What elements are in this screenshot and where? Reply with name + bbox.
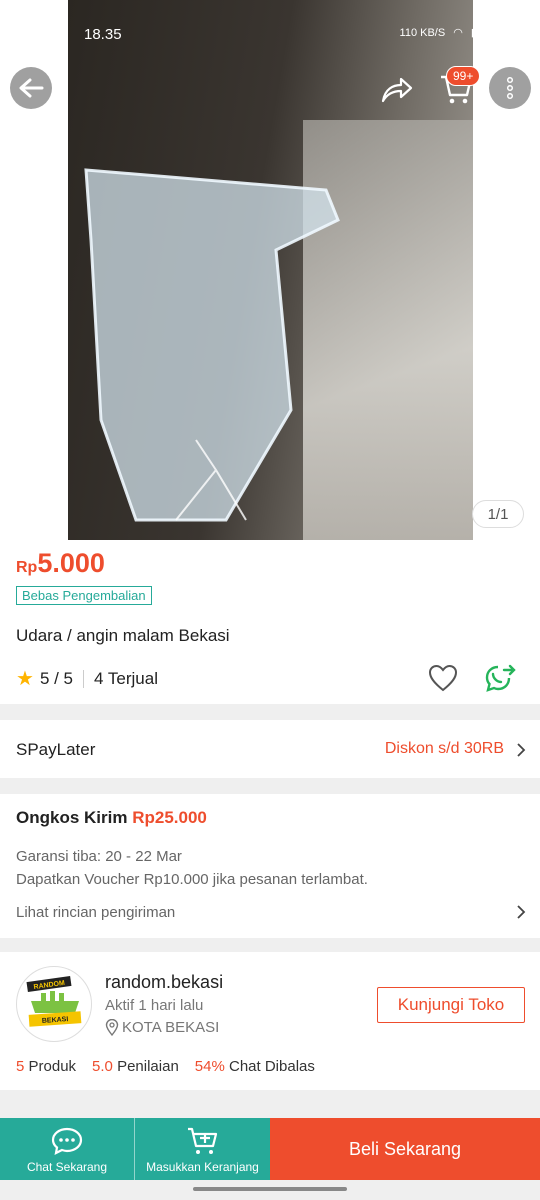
visit-shop-button[interactable]: Kunjungi Toko bbox=[377, 987, 525, 1023]
add-cart-icon bbox=[187, 1127, 217, 1154]
more-vertical-icon bbox=[506, 76, 514, 100]
spaylater-discount: Diskon s/d 30RB bbox=[384, 740, 504, 757]
product-gallery[interactable]: 18.35 110 KB/S ◠ ▮ 91 99+ 1/1 bbox=[0, 0, 540, 540]
heart-icon bbox=[428, 664, 458, 692]
share-button[interactable] bbox=[378, 70, 416, 108]
status-bar: 18.35 110 KB/S ◠ ▮ 91 bbox=[0, 22, 540, 46]
whatsapp-icon bbox=[485, 664, 516, 692]
rating-row[interactable]: ★ 5 / 5 4 Terjual bbox=[16, 666, 158, 691]
favorite-button[interactable] bbox=[428, 664, 458, 697]
chat-now-button[interactable]: Chat Sekarang bbox=[0, 1118, 135, 1180]
product-page: 18.35 110 KB/S ◠ ▮ 91 99+ 1/1 Rp5.000 Be… bbox=[0, 0, 540, 1200]
add-to-cart-button[interactable]: Masukkan Keranjang bbox=[135, 1118, 270, 1180]
cart-badge: 99+ bbox=[446, 66, 481, 86]
image-counter: 1/1 bbox=[472, 500, 524, 528]
bottom-action-bar: Chat Sekarang Masukkan Keranjang Beli Se… bbox=[0, 1118, 540, 1180]
shop-active-status: Aktif 1 hari lalu bbox=[105, 997, 204, 1014]
signal-icon: ▮ bbox=[470, 27, 477, 39]
shop-stats: 5 Produk 5.0 Penilaian 54% Chat Dibalas bbox=[16, 1058, 315, 1075]
buy-now-button[interactable]: Beli Sekarang bbox=[270, 1118, 540, 1180]
back-button[interactable] bbox=[10, 67, 52, 109]
location-pin-icon bbox=[105, 1019, 119, 1036]
shop-logo-image: RANDOM BEKASI bbox=[26, 975, 82, 1027]
product-price: Rp5.000 bbox=[16, 548, 105, 578]
shop-chat-reply-stat: 54% Chat Dibalas bbox=[194, 1058, 315, 1075]
status-time: 18.35 bbox=[84, 26, 122, 43]
share-icon bbox=[381, 77, 413, 103]
shop-location: KOTA BEKASI bbox=[105, 1019, 219, 1036]
spaylater-row[interactable]: SPayLater Diskon s/d 30RB bbox=[0, 720, 540, 778]
product-title: Udara / angin malam Bekasi bbox=[16, 626, 230, 645]
battery-icon: 91 bbox=[484, 26, 506, 39]
free-return-tag: Bebas Pengembalian bbox=[16, 586, 152, 605]
chevron-right-icon bbox=[517, 743, 526, 757]
sold-count: 4 Terjual bbox=[94, 668, 158, 688]
chat-now-label: Chat Sekarang bbox=[26, 1160, 108, 1174]
shipping-section: Ongkos Kirim Rp25.000 Garansi tiba: 20 -… bbox=[0, 794, 540, 938]
arrival-guarantee: Garansi tiba: 20 - 22 Mar bbox=[16, 848, 182, 865]
shipping-cost: Ongkos Kirim Rp25.000 bbox=[16, 808, 207, 827]
arrow-left-icon bbox=[19, 78, 44, 98]
rating-value: 5 / 5 bbox=[39, 668, 74, 688]
add-to-cart-label: Masukkan Keranjang bbox=[146, 1160, 259, 1174]
shop-logo[interactable]: RANDOM BEKASI bbox=[16, 966, 92, 1042]
chat-icon bbox=[51, 1127, 83, 1155]
spaylater-label: SPayLater bbox=[16, 740, 96, 759]
wifi-icon: ◠ bbox=[453, 27, 463, 39]
shop-name[interactable]: random.bekasi bbox=[105, 972, 223, 993]
late-voucher-text: Dapatkan Voucher Rp10.000 jika pesanan t… bbox=[16, 871, 368, 888]
product-info: Rp5.000 Bebas Pengembalian Udara / angin… bbox=[0, 540, 540, 704]
shipping-details-link[interactable]: Lihat rincian pengiriman bbox=[16, 904, 175, 921]
chevron-right-icon[interactable] bbox=[516, 904, 526, 920]
more-options-button[interactable] bbox=[489, 67, 531, 109]
shop-rating-stat[interactable]: 5.0 Penilaian bbox=[92, 1058, 179, 1075]
plastic-bag-image bbox=[84, 168, 340, 522]
shop-products-stat[interactable]: 5 Produk bbox=[16, 1058, 76, 1075]
star-icon: ★ bbox=[16, 668, 34, 690]
whatsapp-share-button[interactable] bbox=[484, 664, 516, 699]
shop-section: RANDOM BEKASI random.bekasi Aktif 1 hari… bbox=[0, 952, 540, 1090]
network-speed: 110 KB/S bbox=[399, 26, 446, 39]
home-indicator[interactable] bbox=[193, 1187, 347, 1191]
